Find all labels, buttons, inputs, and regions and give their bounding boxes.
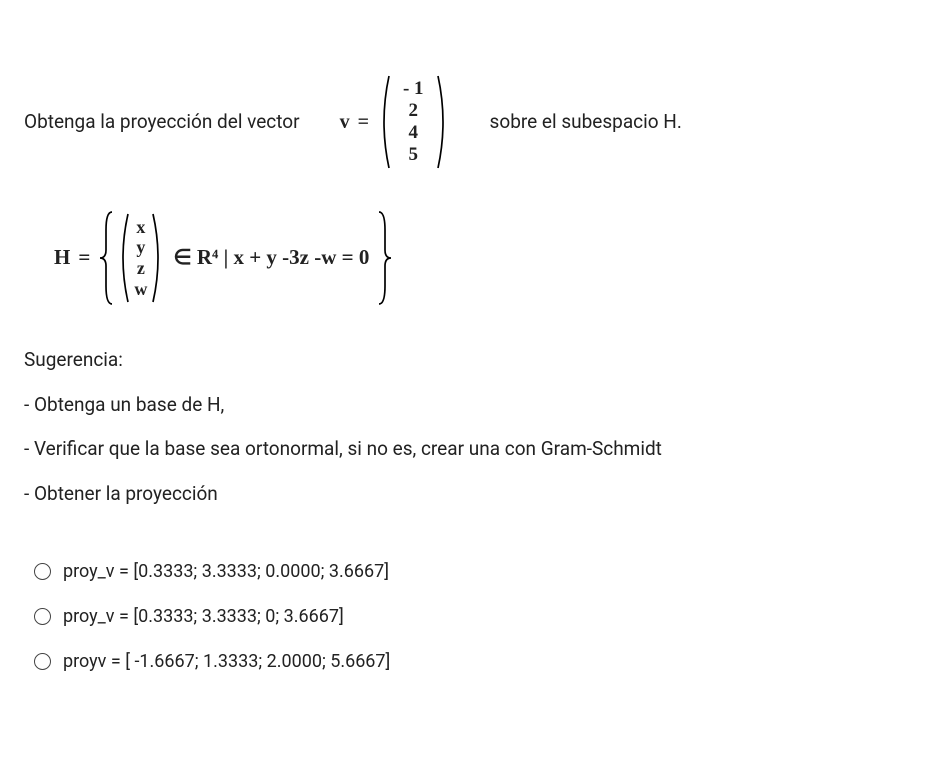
radio-icon[interactable]: [34, 563, 51, 580]
H-right-paren: [151, 212, 165, 304]
option-2[interactable]: proyv = [ -1.6667; 1.3333; 2.0000; 5.666…: [34, 648, 902, 675]
hints-title: Sugerencia:: [24, 346, 902, 375]
hints-block: Sugerencia: - Obtenga un base de H, - Ve…: [24, 346, 902, 508]
hint-item-0: - Obtenga un base de H,: [24, 391, 902, 420]
v-label: v: [340, 107, 350, 137]
H-sym-x: x: [136, 217, 145, 238]
vector-v-values: - 1 2 4 5: [399, 76, 428, 167]
hint-item-1: - Verificar que la base sea ortonormal, …: [24, 435, 902, 464]
H-sym-y: y: [136, 237, 145, 258]
H-label: H: [54, 242, 70, 274]
radio-icon[interactable]: [34, 653, 51, 670]
radio-icon[interactable]: [34, 608, 51, 625]
option-label: proyv = [ -1.6667; 1.3333; 2.0000; 5.666…: [63, 648, 390, 675]
option-1[interactable]: proy_v = [0.3333; 3.3333; 0; 3.6667]: [34, 603, 902, 630]
question-suffix: sobre el subespacio H.: [490, 108, 682, 137]
H-equals: =: [78, 242, 90, 274]
hint-item-2: - Obtener la proyección: [24, 480, 902, 509]
question-prefix: Obtenga la proyección del vector: [24, 108, 300, 137]
v-value-1: 2: [409, 100, 419, 122]
vector-v-expression: v = - 1 2 4 5: [340, 74, 450, 170]
option-label: proy_v = [0.3333; 3.3333; 0.0000; 3.6667…: [63, 558, 389, 585]
left-paren: [377, 74, 391, 170]
H-sym-z: z: [137, 258, 145, 279]
right-brace: [375, 210, 393, 306]
v-value-3: 5: [409, 144, 419, 166]
option-label: proy_v = [0.3333; 3.3333; 0; 3.6667]: [63, 603, 344, 630]
question-line: Obtenga la proyección del vector v = - 1…: [24, 74, 902, 170]
v-value-2: 4: [409, 122, 419, 144]
H-sym-w: w: [134, 279, 147, 300]
H-vector-symbols: x y z w: [130, 215, 151, 302]
subspace-definition: H = x y z w ∈ R⁴ | x + y -3z -w = 0: [54, 210, 902, 306]
H-left-paren: [116, 212, 130, 304]
answer-options: proy_v = [0.3333; 3.3333; 0.0000; 3.6667…: [34, 558, 902, 675]
membership-text: ∈ R⁴ | x + y -3z -w = 0: [173, 242, 369, 274]
option-0[interactable]: proy_v = [0.3333; 3.3333; 0.0000; 3.6667…: [34, 558, 902, 585]
v-value-0: - 1: [403, 78, 424, 100]
left-brace: [98, 210, 116, 306]
equals-sign: =: [358, 107, 369, 137]
right-paren: [436, 74, 450, 170]
